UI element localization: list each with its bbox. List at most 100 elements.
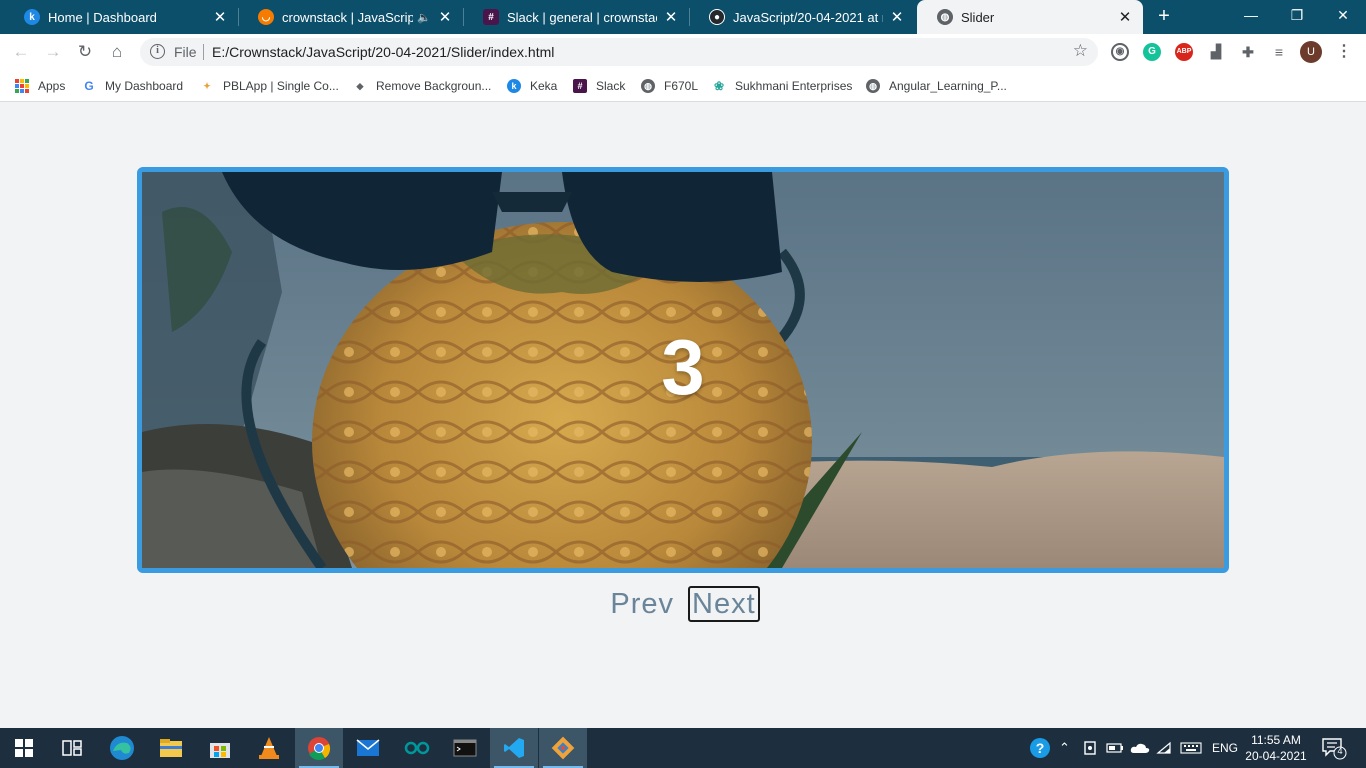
scheme-label: File [174,44,197,60]
windows-start-icon[interactable] [0,728,48,768]
bookmark-label: Remove Backgroun... [376,79,492,93]
language-indicator[interactable]: ENG [1212,728,1238,768]
close-icon[interactable]: ✕ [889,8,905,26]
tab-title: Slider [961,9,995,25]
bookmark-label: Slack [596,79,626,93]
bookmark-remove-background[interactable]: ◆ Remove Backgroun... [353,77,492,95]
menu-icon[interactable]: ⋮ [1336,40,1352,64]
google-icon: G [84,79,94,93]
vlc-icon[interactable] [245,728,293,768]
tab-title: Home | Dashboard [48,9,157,25]
slider-controls: Prev Next [0,585,1366,623]
store-icon[interactable] [196,728,244,768]
vscode-icon[interactable] [490,728,538,768]
bookmark-keka[interactable]: k Keka [507,77,557,95]
github-icon: ● [709,9,725,25]
git-icon[interactable] [539,728,587,768]
minimize-button[interactable]: — [1228,0,1274,30]
bookmark-slack[interactable]: # Slack [573,77,625,95]
arduino-icon[interactable] [393,728,441,768]
bookmark-label: PBLApp | Single Co... [223,79,339,93]
bookmark-label: My Dashboard [105,79,184,93]
bookmark-apps[interactable]: Apps [15,77,65,95]
prev-button[interactable]: Prev [606,586,678,622]
bookmark-label: Keka [530,79,558,93]
bookmark-sukhmani[interactable]: ❀ Sukhmani Enterprises [712,77,852,95]
battery-icon[interactable] [1106,728,1124,768]
tab-title: Slack | general | crownstack [507,9,657,25]
puzzle-extensions-icon[interactable]: ✚ [1239,43,1257,61]
home-icon[interactable]: ⌂ [105,40,129,64]
address-divider [203,44,204,60]
slack-icon: # [573,79,587,93]
grammarly-icon[interactable]: G [1143,43,1161,61]
keka-icon: k [507,79,521,93]
page-content: 3 Prev Next [0,102,1366,728]
next-button[interactable]: Next [688,586,760,622]
bookmark-label: Apps [38,79,66,93]
keka-icon: k [24,9,40,25]
url-text[interactable]: E:/Crownstack/JavaScript/20-04-2021/Slid… [212,44,554,60]
taskbar: ? ⌃ ENG 11:55 AM 20-04-2021 4 [0,728,1366,768]
clock-time: 11:55 AM [1251,733,1301,747]
bookmark-angular-learning[interactable]: ◍ Angular_Learning_P... [866,77,1007,95]
back-icon[interactable]: ← [9,40,33,64]
tab-slider[interactable]: ◍ Slider ✕ [917,0,1143,34]
bookmark-star-icon[interactable]: ☆ [1073,41,1088,61]
close-icon[interactable]: ✕ [1117,8,1133,26]
reload-icon[interactable]: ↻ [73,40,97,64]
task-view-icon[interactable] [48,728,96,768]
info-icon[interactable]: i [150,44,165,59]
chart-extension-icon[interactable]: ▟ [1207,43,1225,61]
tray-expand-icon[interactable]: ⌃ [1059,728,1070,768]
bookmark-pblapp[interactable]: ✦ PBLApp | Single Co... [200,77,339,95]
globe-icon: ◍ [866,79,880,93]
window-close-button[interactable]: ✕ [1320,0,1366,30]
restore-button[interactable]: ❐ [1274,0,1320,30]
extension-circle-icon[interactable]: ◉ [1111,43,1129,61]
tab-github-javascript[interactable]: ● JavaScript/20-04-2021 at main ✕ [689,0,915,34]
svg-text:?: ? [1036,740,1045,756]
image-slider: 3 [137,167,1229,573]
avatar[interactable]: U [1300,41,1322,63]
slide-number: 3 [661,323,705,411]
notification-count: 4 [1337,746,1343,756]
wifi-icon[interactable] [1156,728,1172,768]
keyboard-icon[interactable] [1180,728,1202,768]
tab-crownstack-javascript[interactable]: ◡ crownstack | JavaScript for 🔈 ✕ [238,0,463,34]
media-control-icon[interactable]: ≡ [1270,43,1288,61]
bookmark-my-dashboard[interactable]: G My Dashboard [82,77,183,95]
file-explorer-icon[interactable] [147,728,195,768]
notification-center-icon[interactable]: 4 [1320,736,1348,760]
speaker-icon[interactable]: 🔈 [417,11,431,24]
system-clock[interactable]: 11:55 AM 20-04-2021 [1240,732,1312,764]
forward-icon[interactable]: → [41,40,65,64]
clock-date: 20-04-2021 [1245,749,1307,763]
browser-toolbar: ← → ↻ ⌂ i File E:/Crownstack/JavaScript/… [0,34,1366,70]
tab-title: crownstack | JavaScript for [282,9,414,25]
onedrive-icon[interactable] [1130,728,1150,768]
globe-icon: ◍ [641,79,655,93]
close-icon[interactable]: ✕ [212,8,228,26]
address-bar[interactable]: i File E:/Crownstack/JavaScript/20-04-20… [140,38,1098,66]
apps-grid-icon [15,79,29,93]
tab-home-dashboard[interactable]: k Home | Dashboard ✕ [4,0,238,34]
adblock-icon[interactable]: ABP [1175,43,1193,61]
bookmark-label: Angular_Learning_P... [889,79,1007,93]
mail-icon[interactable] [344,728,392,768]
close-icon[interactable]: ✕ [437,8,453,26]
bookmark-f670l[interactable]: ◍ F670L [641,77,698,95]
tab-slack-general[interactable]: # Slack | general | crownstack ✕ [463,0,689,34]
edge-icon[interactable] [98,728,146,768]
layers-icon: ◆ [356,80,364,91]
help-icon[interactable]: ? [1029,728,1051,768]
terminal-icon[interactable] [441,728,489,768]
new-tab-button[interactable]: + [1152,5,1176,29]
battery-saver-icon[interactable] [1083,728,1097,768]
chrome-icon[interactable] [295,728,343,768]
bookmark-label: Sukhmani Enterprises [735,79,853,93]
slack-icon: # [483,9,499,25]
tab-title: JavaScript/20-04-2021 at main [733,9,883,25]
close-icon[interactable]: ✕ [663,8,679,26]
bookmark-label: F670L [664,79,699,93]
